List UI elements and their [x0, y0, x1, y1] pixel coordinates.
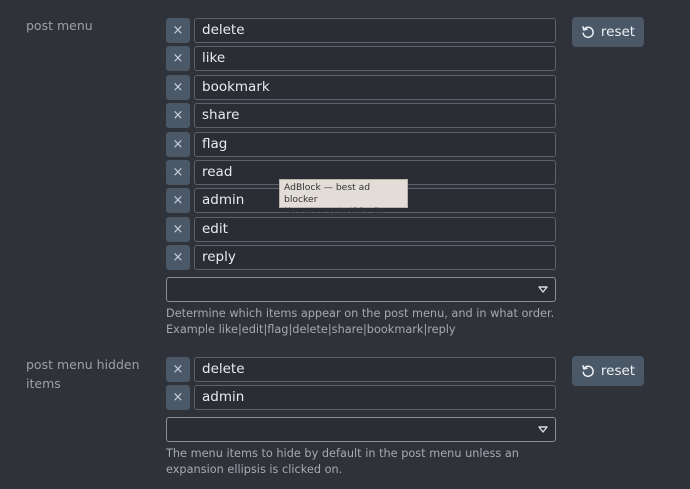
list-item: × admin: [166, 385, 556, 411]
close-icon: ×: [172, 108, 184, 124]
close-icon: ×: [172, 362, 184, 377]
list-item: × flag: [166, 131, 556, 157]
reset-label: reset: [600, 24, 636, 40]
list-item: × delete: [166, 357, 556, 382]
remove-item-button[interactable]: ×: [166, 131, 190, 157]
item-list: × delete × admin The menu items to hide …: [166, 357, 556, 478]
remove-item-button[interactable]: ×: [166, 245, 190, 271]
list-item: × edit: [166, 216, 556, 242]
add-item-dropdown[interactable]: [166, 417, 556, 443]
chevron-down-icon: [538, 426, 548, 434]
close-icon: ×: [172, 51, 184, 67]
tooltip-title: AdBlock — best ad blocker: [284, 182, 371, 205]
close-icon: ×: [172, 164, 184, 180]
item-value[interactable]: admin: [194, 385, 556, 411]
remove-item-button[interactable]: ×: [166, 188, 190, 214]
remove-item-button[interactable]: ×: [166, 103, 190, 129]
remove-item-button[interactable]: ×: [166, 357, 190, 382]
close-icon: ×: [172, 136, 184, 152]
remove-item-button[interactable]: ×: [166, 18, 190, 43]
undo-icon: [582, 365, 594, 378]
item-value[interactable]: edit: [194, 216, 556, 242]
reset-button[interactable]: reset: [572, 356, 644, 386]
remove-item-button[interactable]: ×: [166, 46, 190, 72]
close-icon: ×: [172, 390, 184, 406]
chevron-down-icon: [538, 286, 548, 293]
list-item: × share: [166, 103, 556, 129]
setting-label: post menu: [26, 18, 93, 33]
list-item: × bookmark: [166, 74, 556, 100]
undo-icon: [582, 26, 594, 39]
list-item: × delete: [166, 18, 556, 43]
setting-label: post menu hidden items: [26, 357, 140, 391]
remove-item-button[interactable]: ×: [166, 74, 190, 100]
setting-description: Determine which items appear on the post…: [166, 307, 555, 337]
item-value[interactable]: bookmark: [194, 74, 556, 100]
item-value[interactable]: share: [194, 103, 556, 129]
setting-description: The menu items to hide by default in the…: [166, 447, 519, 477]
item-value[interactable]: flag: [194, 131, 556, 157]
item-value[interactable]: delete: [194, 18, 556, 43]
item-value[interactable]: delete: [194, 357, 556, 382]
close-icon: ×: [172, 79, 184, 95]
close-icon: ×: [172, 23, 184, 38]
list-item: × reply: [166, 245, 556, 271]
item-value[interactable]: like: [194, 46, 556, 72]
list-item: × like: [166, 46, 556, 72]
setting-post-menu-hidden-items: post menu hidden items × delete × admin …: [0, 345, 690, 489]
close-icon: ×: [172, 193, 184, 209]
reset-button[interactable]: reset: [572, 17, 644, 47]
close-icon: ×: [172, 250, 184, 266]
remove-item-button[interactable]: ×: [166, 385, 190, 411]
reset-label: reset: [600, 363, 636, 379]
close-icon: ×: [172, 221, 184, 237]
item-value[interactable]: reply: [194, 245, 556, 271]
remove-item-button[interactable]: ×: [166, 159, 190, 185]
tooltip-subtitle: Has access to this site: [284, 206, 387, 217]
setting-post-menu: post menu × delete × like × bookmark × s…: [0, 0, 690, 345]
remove-item-button[interactable]: ×: [166, 216, 190, 242]
extension-tooltip: AdBlock — best ad blocker Has access to …: [279, 179, 408, 217]
add-item-dropdown[interactable]: [166, 277, 556, 303]
